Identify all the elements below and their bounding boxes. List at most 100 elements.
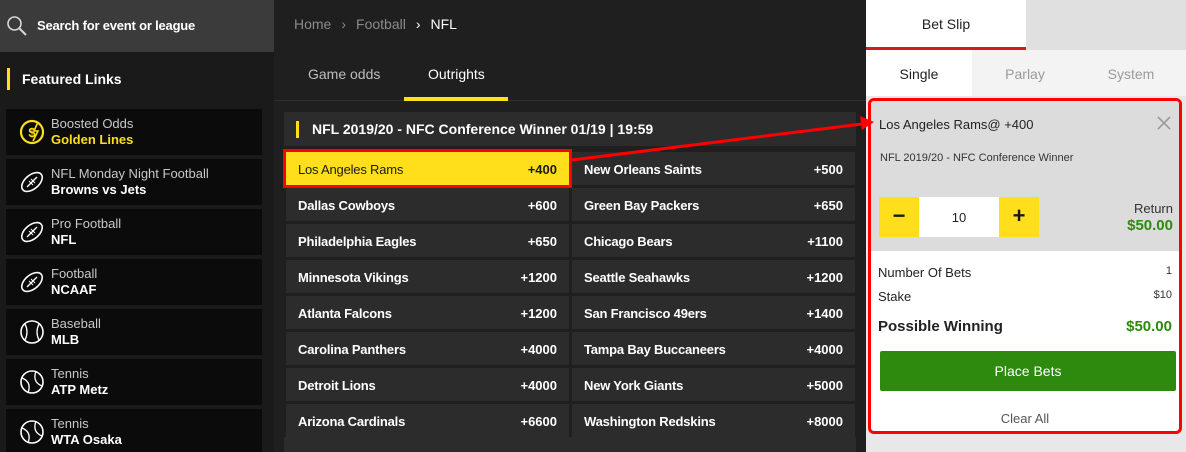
search-input[interactable]: Search for event or league [37, 18, 195, 33]
bet-mode-tabs: Single Parlay System [866, 50, 1186, 96]
breadcrumb-sport[interactable]: Football [356, 16, 406, 32]
tab-single-label: Single [899, 66, 939, 82]
bet-selection: Los Angeles Rams@ +400 [879, 117, 1034, 132]
selection-name: Minnesota Vikings [298, 270, 409, 285]
featured-link-item[interactable]: Pro Football NFL [6, 209, 262, 255]
bet-slip-highlight: Los Angeles Rams@ +400 NFL 2019/20 - NFC… [868, 98, 1182, 434]
number-of-bets-row: Number Of Bets 1 [878, 265, 1172, 280]
selection-button[interactable]: Tampa Bay Buccaneers +4000 [572, 332, 855, 365]
featured-link-category: Football [51, 266, 98, 281]
featured-link-category: Boosted Odds [51, 116, 134, 131]
possible-winning-label: Possible Winning [878, 318, 1003, 335]
selection-button[interactable]: Philadelphia Eagles +650 [286, 224, 569, 257]
selection-name: Dallas Cowboys [298, 198, 395, 213]
featured-link-label: Browns vs Jets [51, 182, 147, 197]
tab-system[interactable]: System [1078, 50, 1184, 96]
tab-single[interactable]: Single [866, 50, 972, 96]
football-icon [20, 221, 44, 243]
selection-button[interactable]: Seattle Seahawks +1200 [572, 260, 855, 293]
featured-link-label: MLB [51, 332, 80, 347]
featured-link-label: Golden Lines [51, 132, 134, 147]
selection-odds: +1100 [807, 234, 843, 249]
featured-link-item[interactable]: Tennis ATP Metz [6, 359, 262, 405]
return-label: Return [1133, 201, 1173, 216]
sidebar: Search for event or league Featured Link… [0, 0, 274, 452]
selection-button-selected[interactable]: Los Angeles Rams +400 [283, 149, 572, 188]
stake-value: $10 [1153, 289, 1172, 301]
featured-link-item[interactable]: Tennis WTA Osaka [6, 409, 262, 452]
selection-button[interactable]: New Orleans Saints +500 [572, 152, 855, 185]
selection-name: Washington Redskins [584, 414, 716, 429]
place-bets-button[interactable]: Place Bets [880, 351, 1176, 391]
tab-bet-slip[interactable]: Bet Slip [866, 0, 1026, 50]
featured-link-item[interactable]: NFL Monday Night Football Browns vs Jets [6, 159, 262, 205]
selection-odds: +5000 [806, 378, 843, 393]
selection-name: Green Bay Packers [584, 198, 700, 213]
featured-link-label: ATP Metz [51, 382, 109, 397]
selection-odds: +650 [527, 234, 557, 249]
featured-link-item[interactable]: Football NCAAF [6, 259, 262, 305]
selection-odds: +650 [813, 198, 843, 213]
number-of-bets-value: 1 [1165, 265, 1172, 277]
featured-link-category: Tennis [51, 366, 89, 381]
main-content: Home › Football › NFL Game odds Outrights NF… [274, 0, 866, 452]
possible-winning-value: $50.00 [1126, 318, 1172, 335]
search-bar[interactable]: Search for event or league [0, 0, 274, 52]
decrease-stake-button[interactable]: − [879, 197, 919, 237]
breadcrumb-home[interactable]: Home [294, 16, 331, 32]
featured-link-category: Baseball [51, 316, 101, 331]
selection-name: Tampa Bay Buccaneers [584, 342, 726, 357]
clear-all-link[interactable]: Clear All [871, 411, 1179, 426]
selection-button[interactable]: Minnesota Vikings +1200 [286, 260, 569, 293]
selection-button[interactable]: Dallas Cowboys +600 [286, 188, 569, 221]
selection-button[interactable]: Carolina Panthers +4000 [286, 332, 569, 365]
featured-link-item[interactable]: Baseball MLB [6, 309, 262, 355]
tab-parlay[interactable]: Parlay [972, 50, 1078, 96]
stake-input[interactable] [919, 197, 999, 237]
selection-name: Philadelphia Eagles [298, 234, 417, 249]
selection-odds: +1400 [806, 306, 843, 321]
close-icon[interactable] [1157, 116, 1171, 130]
selection-button[interactable]: Chicago Bears +1100 [572, 224, 855, 257]
selection-odds: +400 [527, 162, 557, 177]
selection-name: San Francisco 49ers [584, 306, 707, 321]
featured-link-item[interactable]: $ Boosted Odds Golden Lines [6, 109, 262, 155]
selection-button[interactable]: Detroit Lions +4000 [286, 368, 569, 401]
tennis-ball-icon [20, 370, 44, 394]
bet-market: NFL 2019/20 - NFC Conference Winner [880, 152, 1074, 164]
market-row-partial [284, 437, 856, 452]
selection-odds: +4000 [806, 342, 843, 357]
featured-link-category: NFL Monday Night Football [51, 166, 209, 181]
selection-odds: +8000 [806, 414, 843, 429]
featured-links-header: Featured Links [0, 52, 274, 103]
bet-slip-title: Bet Slip [921, 16, 971, 32]
baseball-icon [20, 320, 44, 344]
tab-outrights[interactable]: Outrights [428, 66, 485, 82]
featured-accent-bar [7, 68, 10, 90]
breadcrumb: Home › Football › NFL [294, 16, 457, 32]
selection-button[interactable]: San Francisco 49ers +1400 [572, 296, 855, 329]
tab-game-odds[interactable]: Game odds [308, 66, 380, 82]
return-value: $50.00 [1127, 217, 1173, 234]
selection-button[interactable]: Atlanta Falcons +1200 [286, 296, 569, 329]
selection-button[interactable]: Washington Redskins +8000 [572, 404, 855, 437]
selection-name: New York Giants [584, 378, 684, 393]
featured-link-label: WTA Osaka [51, 432, 122, 447]
selection-button[interactable]: New York Giants +5000 [572, 368, 855, 401]
selection-odds: +1200 [806, 270, 843, 285]
selection-odds: +600 [527, 198, 557, 213]
selection-odds: +1200 [520, 270, 557, 285]
market-tabs: Game odds Outrights [274, 52, 866, 101]
search-icon [7, 16, 27, 36]
active-tab-indicator [404, 97, 508, 101]
featured-link-category: Pro Football [51, 216, 122, 231]
selection-odds: +1200 [520, 306, 557, 321]
selection-odds: +500 [813, 162, 843, 177]
selection-button[interactable]: Green Bay Packers +650 [572, 188, 855, 221]
increase-stake-button[interactable]: + [999, 197, 1039, 237]
featured-link-label: NFL [51, 232, 77, 247]
selection-name: Los Angeles Rams [298, 162, 404, 177]
selection-button[interactable]: Arizona Cardinals +6600 [286, 404, 569, 437]
selection-name: Chicago Bears [584, 234, 673, 249]
chevron-right-icon: › [341, 16, 347, 32]
